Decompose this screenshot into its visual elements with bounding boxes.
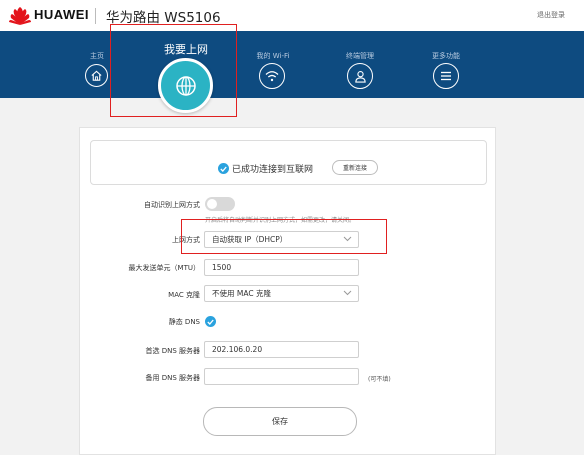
nav-item-home[interactable]: 主页 [77,31,117,98]
brand-name: HUAWEI [34,7,89,22]
nav-label-home: 主页 [90,52,104,60]
router-title: 华为路由 WS5106 [106,10,221,26]
nav-item-devices[interactable]: 终端管理 [337,31,383,98]
static-dns-checkbox[interactable] [205,316,216,327]
mtu-value: 1500 [212,263,232,272]
user-icon [347,63,373,89]
secondary-dns-label: 备用 DNS 服务器 [145,374,200,382]
secondary-dns-input[interactable] [204,368,359,385]
mode-select[interactable]: 自动获取 IP（DHCP） [204,231,359,248]
top-bar: HUAWEI 华为路由 WS5106 退出登录 [0,0,584,31]
optional-note: (可不填) [368,376,391,383]
chevron-down-icon [343,236,352,242]
home-icon [85,64,108,87]
mode-value: 自动获取 IP（DHCP） [212,235,288,244]
logout-link[interactable]: 退出登录 [537,10,565,20]
huawei-logo-icon [9,7,31,25]
auto-detect-toggle[interactable] [205,197,235,211]
menu-icon [433,63,459,89]
nav-item-wifi[interactable]: 我的 Wi-Fi [251,31,295,98]
wifi-icon [259,63,285,89]
primary-dns-value: 202.106.0.20 [212,345,263,354]
connection-status: 已成功连接到互联网 重新连接 [90,140,487,185]
header-divider [95,8,96,24]
status-text: 已成功连接到互联网 [232,165,314,175]
save-button[interactable]: 保存 [203,407,357,436]
mtu-input[interactable]: 1500 [204,259,359,276]
settings-card: 已成功连接到互联网 重新连接 自动识别上网方式 开启后将自动判断并识别上网方式，… [79,127,496,455]
chevron-down-icon [343,290,352,296]
nav-item-internet[interactable]: 我要上网 [150,31,222,121]
nav-item-more[interactable]: 更多功能 [423,31,469,98]
mode-label: 上网方式 [172,236,200,244]
main-nav: 主页 我要上网 我的 Wi-Fi 终端管理 更多功能 [0,31,584,113]
mac-value: 不使用 MAC 克隆 [212,289,271,298]
check-icon [218,163,229,174]
auto-detect-hint: 开启后将自动判断并识别上网方式，如需更改，请关闭。 [205,217,356,224]
nav-label-more: 更多功能 [432,52,460,60]
primary-dns-input[interactable]: 202.106.0.20 [204,341,359,358]
mtu-label: 最大发送单元（MTU） [128,264,200,272]
auto-detect-label: 自动识别上网方式 [144,201,200,209]
mac-select[interactable]: 不使用 MAC 克隆 [204,285,359,302]
toggle-knob [207,199,217,209]
mac-label: MAC 克隆 [168,291,200,299]
globe-icon [158,58,213,113]
static-dns-label: 静态 DNS [168,318,200,326]
nav-label-wifi: 我的 Wi-Fi [256,52,290,60]
primary-dns-label: 首选 DNS 服务器 [145,347,200,355]
nav-label-devices: 终端管理 [346,52,374,60]
reconnect-button[interactable]: 重新连接 [332,160,378,175]
nav-label-internet: 我要上网 [164,43,208,56]
